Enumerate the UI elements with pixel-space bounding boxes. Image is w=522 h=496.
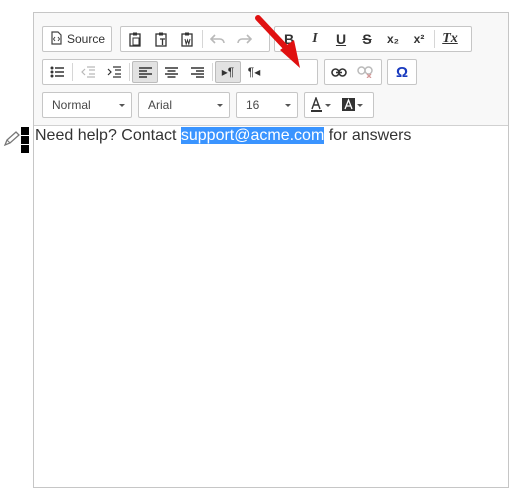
pencil-icon [3,131,20,147]
align-center-icon [164,66,178,78]
font-size-select-value: 16 [246,98,260,112]
special-character-button[interactable]: Ω [389,61,415,83]
link-button[interactable] [326,61,352,83]
text-color-icon [311,97,331,112]
subscript-button[interactable]: x₂ [380,28,406,50]
paste-text-button[interactable] [148,28,174,50]
unlink-button[interactable] [352,61,378,83]
source-button[interactable]: Source [44,28,111,50]
element-handle-top[interactable] [21,127,29,135]
source-icon [50,30,63,48]
selected-email-text[interactable]: support@acme.com [180,127,325,144]
clipboard-undo-group [120,26,270,52]
bulleted-list-button[interactable] [44,61,70,83]
outdent-icon [81,66,95,78]
color-group [304,92,374,118]
chevron-down-icon [119,104,125,107]
text-color-button[interactable] [306,94,338,116]
content-paragraph: Need help? Contact support@acme.com for … [35,127,411,145]
format-select-value: Normal [52,98,91,112]
underline-button[interactable]: U [328,28,354,50]
chevron-down-icon [217,104,223,107]
annotation-arrow-icon [255,15,300,68]
format-select[interactable]: Normal [42,92,132,118]
indent-button[interactable] [101,61,127,83]
superscript-button[interactable]: x² [406,28,432,50]
paste-word-icon [181,32,193,47]
align-left-icon [138,66,152,78]
unlink-icon [357,66,373,78]
undo-button[interactable] [205,28,231,50]
font-select[interactable]: Arial [138,92,230,118]
bulleted-list-icon [50,66,64,78]
background-color-icon [342,98,363,111]
text-direction-ltr-button[interactable]: ▸¶ [215,61,241,83]
source-label: Source [67,32,106,46]
font-size-select[interactable]: 16 [236,92,298,118]
remove-format-button[interactable]: Tx [437,28,463,50]
paste-button[interactable] [122,28,148,50]
link-icon [331,67,347,77]
paste-word-button[interactable] [174,28,200,50]
chevron-down-icon [285,104,291,107]
align-right-icon [190,66,204,78]
paste-text-icon [155,32,167,47]
strikethrough-button[interactable]: S [354,28,380,50]
indent-icon [107,66,121,78]
clipboard-icon [129,32,141,47]
link-group [324,59,382,85]
separator [129,63,130,81]
align-center-button[interactable] [158,61,184,83]
font-select-value: Arial [148,98,173,112]
paragraph-text-after: for answers [324,127,412,144]
paragraph-text-before: Need help? Contact [35,127,181,144]
outdent-button[interactable] [75,61,101,83]
align-right-button[interactable] [184,61,210,83]
separator [212,63,213,81]
editor-content-area[interactable]: Need help? Contact support@acme.com for … [34,126,508,487]
separator [434,30,435,48]
source-group: Source [42,26,112,52]
rich-text-editor: Source B I U S x₂ x² Tx ▸¶ ¶◂ Ω Normal A… [33,12,509,488]
element-handle-middle[interactable] [21,136,29,144]
element-handle-bottom[interactable] [21,145,29,153]
align-left-button[interactable] [132,61,158,83]
undo-icon [210,34,225,44]
separator [202,30,203,48]
separator [72,63,73,81]
insert-group: Ω [387,59,417,85]
background-color-button[interactable] [338,94,370,116]
